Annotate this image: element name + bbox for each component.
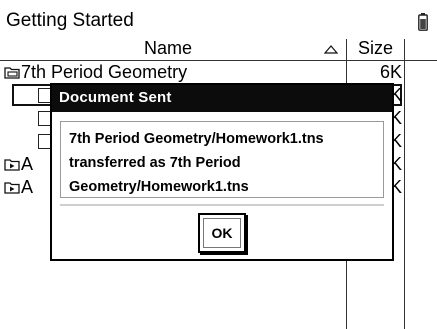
list-item-name: 7th Period Geometry xyxy=(21,62,188,82)
right-divider xyxy=(404,39,405,329)
list-item-size: 6K xyxy=(379,62,402,82)
document-sent-dialog: Document Sent 7th Period Geometry/Homewo… xyxy=(50,83,394,261)
dialog-divider xyxy=(60,204,384,206)
page-title: Getting Started xyxy=(6,10,134,31)
list-item[interactable]: 7th Period Geometry 6K xyxy=(0,61,404,84)
dialog-message-box: 7th Period Geometry/Homework1.tns transf… xyxy=(60,121,384,198)
list-item-name: A xyxy=(21,177,34,197)
name-column-header[interactable]: Name xyxy=(144,37,192,59)
sort-triangle-up-icon[interactable] xyxy=(324,45,338,54)
column-header: Name Size xyxy=(0,37,437,60)
list-item-name: A xyxy=(21,154,34,174)
dialog-title: Document Sent xyxy=(59,89,172,106)
dialog-message: 7th Period Geometry/Homework1.tns transf… xyxy=(69,131,324,195)
folder-open-icon xyxy=(4,67,20,79)
folder-collapsed-icon xyxy=(4,182,20,194)
size-column-header[interactable]: Size xyxy=(358,37,393,59)
title-bar: Getting Started xyxy=(0,0,437,37)
ok-button[interactable]: OK xyxy=(198,213,246,253)
battery-icon xyxy=(418,13,428,31)
dialog-titlebar: Document Sent xyxy=(52,85,392,112)
ok-button-label: OK xyxy=(203,218,241,248)
file-browser-screen: Getting Started Name Size 7th Period Geo… xyxy=(0,0,437,329)
folder-collapsed-icon xyxy=(4,159,20,171)
